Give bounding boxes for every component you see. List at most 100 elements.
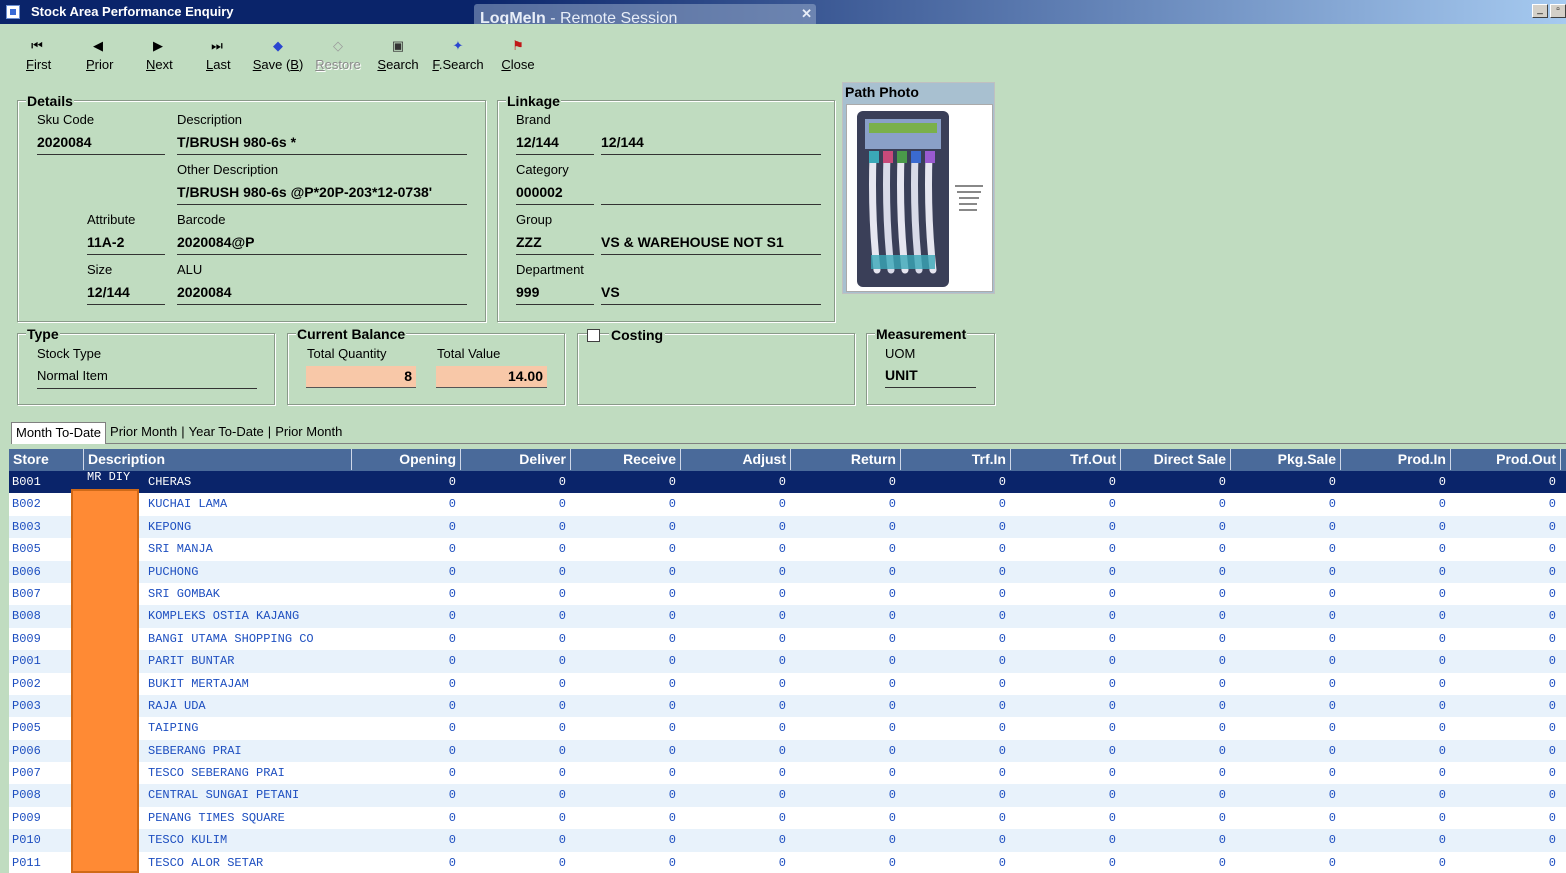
value-cell-trf-in: 0 xyxy=(998,497,1006,512)
value-cell-return: 0 xyxy=(888,721,896,736)
stock-type-field[interactable]: Normal Item xyxy=(37,368,257,389)
toolbar-label: Search xyxy=(377,57,419,72)
table-row[interactable]: B008 KOMPLEKS OSTIA KAJANG 0 0 0 0 0 0 0 0 0 0 0 xyxy=(9,605,1566,628)
prior-button[interactable]: ◀ Prior xyxy=(86,36,113,72)
value-cell-deliver: 0 xyxy=(558,609,566,624)
value-cell-direct-sale: 0 xyxy=(1218,564,1226,579)
value-cell-deliver: 0 xyxy=(558,855,566,870)
table-row[interactable]: B009 BANGI UTAMA SHOPPING CO 0 0 0 0 0 0 0 0 0 0 0 xyxy=(9,627,1566,651)
grid-body: B001 MR DIY CHERAS 0 0 0 0 0 0 0 0 0 0 0 B002 KUCHAI LA… xyxy=(9,471,1566,873)
sku-code-field[interactable]: 2020084 xyxy=(37,134,165,155)
value-cell-pkg-sale: 0 xyxy=(1328,609,1336,624)
value-cell-receive: 0 xyxy=(668,497,676,512)
table-row[interactable]: P008 CENTRAL SUNGAI PETANI 0 0 0 0 0 0 0 0 0 0 0 xyxy=(9,784,1566,807)
value-cell-deliver: 0 xyxy=(558,564,566,579)
table-row[interactable]: B006 PUCHONG 0 0 0 0 0 0 0 0 0 0 0 xyxy=(9,560,1566,583)
size-field[interactable]: 12/144 xyxy=(87,284,165,305)
table-row[interactable]: P006 SEBERANG PRAI 0 0 0 0 0 0 0 0 0 0 0 xyxy=(9,739,1566,763)
save-b-button[interactable]: ◆ Save (B) xyxy=(252,36,304,72)
value-cell-receive: 0 xyxy=(668,609,676,624)
product-photo[interactable] xyxy=(846,104,993,292)
column-header-opening[interactable]: Opening xyxy=(352,449,461,470)
minimize-button[interactable]: _ xyxy=(1532,4,1548,18)
tab-prior-month-2[interactable]: Prior Month xyxy=(271,422,346,442)
column-header-pkg-sale[interactable]: Pkg.Sale xyxy=(1231,449,1341,470)
value-cell-trf-in: 0 xyxy=(998,676,1006,691)
value-cell-trf-out: 0 xyxy=(1108,654,1116,669)
department-code-field[interactable]: 999 xyxy=(516,284,594,305)
restore-button[interactable]: ◇ Restore xyxy=(314,36,362,72)
search-button[interactable]: ▣ Search xyxy=(376,36,420,72)
total-quantity-field[interactable]: 8 xyxy=(306,366,416,388)
table-row[interactable]: B002 KUCHAI LAMA 0 0 0 0 0 0 0 0 0 0 0 xyxy=(9,493,1566,516)
column-header-store[interactable]: Store xyxy=(9,449,84,470)
column-header-prod-in[interactable]: Prod.In xyxy=(1341,449,1451,470)
brand-code-field[interactable]: 12/144 xyxy=(516,134,594,155)
uom-field[interactable]: UNIT xyxy=(885,367,976,388)
table-row[interactable]: B007 SRI GOMBAK 0 0 0 0 0 0 0 0 0 0 0 xyxy=(9,582,1566,606)
value-cell-receive: 0 xyxy=(668,855,676,870)
category-code-field[interactable]: 000002 xyxy=(516,184,594,205)
column-header-direct-sale[interactable]: Direct Sale xyxy=(1121,449,1231,470)
column-header-trf-out[interactable]: Trf.Out xyxy=(1011,449,1121,470)
value-cell-opening: 0 xyxy=(448,497,456,512)
table-row[interactable]: P001 PARIT BUNTAR 0 0 0 0 0 0 0 0 0 0 0 xyxy=(9,650,1566,673)
column-header-description[interactable]: Description xyxy=(84,449,352,470)
table-row[interactable]: P002 BUKIT MERTAJAM 0 0 0 0 0 0 0 0 0 0 0 xyxy=(9,672,1566,695)
other-description-field[interactable]: T/BRUSH 980-6s @P*20P-203*12-0738' xyxy=(177,184,467,205)
last-button[interactable]: ⏭ Last xyxy=(206,36,231,72)
group-code-field[interactable]: ZZZ xyxy=(516,234,594,255)
attribute-field[interactable]: 11A-2 xyxy=(87,234,165,255)
f-search-button[interactable]: ✦ F.Search xyxy=(430,36,486,72)
column-header-prod-out[interactable]: Prod.Out xyxy=(1451,449,1561,470)
table-row[interactable]: P010 TESCO KULIM 0 0 0 0 0 0 0 0 0 0 0 xyxy=(9,829,1566,852)
last-icon: ⏭ xyxy=(211,38,223,53)
barcode-field[interactable]: 2020084@P xyxy=(177,234,467,255)
value-cell-prod-in: 0 xyxy=(1438,833,1446,848)
table-row[interactable]: P007 TESCO SEBERANG PRAI 0 0 0 0 0 0 0 0 0 0 0 xyxy=(9,762,1566,785)
value-cell-adjust: 0 xyxy=(778,721,786,736)
table-row[interactable]: B001 MR DIY CHERAS 0 0 0 0 0 0 0 0 0 0 0 xyxy=(9,471,1566,494)
barcode-label: Barcode xyxy=(177,212,226,227)
value-cell-direct-sale: 0 xyxy=(1218,766,1226,781)
store-name: KOMPLEKS OSTIA KAJANG xyxy=(148,609,300,624)
first-button[interactable]: ⏮ First xyxy=(26,36,51,72)
table-row[interactable]: B005 SRI MANJA 0 0 0 0 0 0 0 0 0 0 0 xyxy=(9,538,1566,561)
tab-month-to-date[interactable]: Month To-Date xyxy=(11,422,107,444)
costing-checkbox[interactable] xyxy=(587,329,600,342)
value-cell-trf-in: 0 xyxy=(998,855,1006,870)
value-cell-trf-out: 0 xyxy=(1108,810,1116,825)
column-header-deliver[interactable]: Deliver xyxy=(461,449,571,470)
next-button[interactable]: ▶ Next xyxy=(146,36,173,72)
description-field[interactable]: T/BRUSH 980-6s * xyxy=(177,134,467,155)
restore-window-button[interactable]: ▫ xyxy=(1550,4,1566,18)
column-header-trf-in[interactable]: Trf.In xyxy=(901,449,1011,470)
value-cell-pkg-sale: 0 xyxy=(1328,855,1336,870)
value-cell-deliver: 0 xyxy=(558,631,566,646)
logmein-close-icon[interactable]: ✕ xyxy=(801,6,812,22)
table-row[interactable]: P009 PENANG TIMES SQUARE 0 0 0 0 0 0 0 0 0 0 0 xyxy=(9,806,1566,830)
tab-prior-month[interactable]: Prior Month xyxy=(106,422,181,442)
table-row[interactable]: P011 TESCO ALOR SETAR 0 0 0 0 0 0 0 0 0 0 0 xyxy=(9,851,1566,873)
total-quantity-label: Total Quantity xyxy=(307,346,387,361)
close-button[interactable]: ⚑ Close xyxy=(501,36,535,72)
value-cell-deliver: 0 xyxy=(558,654,566,669)
store-name: BANGI UTAMA SHOPPING CO xyxy=(148,631,314,646)
value-cell-prod-out: 0 xyxy=(1548,586,1556,601)
value-cell-receive: 0 xyxy=(668,676,676,691)
value-cell-direct-sale: 0 xyxy=(1218,631,1226,646)
table-row[interactable]: P005 TAIPING 0 0 0 0 0 0 0 0 0 0 0 xyxy=(9,717,1566,740)
value-cell-prod-out: 0 xyxy=(1548,788,1556,803)
table-row[interactable]: P003 RAJA UDA 0 0 0 0 0 0 0 0 0 0 0 xyxy=(9,694,1566,718)
total-value-field[interactable]: 14.00 xyxy=(436,366,547,388)
column-header-return[interactable]: Return xyxy=(791,449,901,470)
details-title: Details xyxy=(26,93,74,109)
column-header-receive[interactable]: Receive xyxy=(571,449,681,470)
tab-year-to-date[interactable]: Year To-Date xyxy=(185,422,268,442)
table-row[interactable]: B003 KEPONG 0 0 0 0 0 0 0 0 0 0 0 xyxy=(9,515,1566,539)
alu-field[interactable]: 2020084 xyxy=(177,284,467,305)
sku-code-label: Sku Code xyxy=(37,112,95,127)
value-cell-direct-sale: 0 xyxy=(1218,497,1226,512)
measurement-title: Measurement xyxy=(875,326,968,342)
column-header-adjust[interactable]: Adjust xyxy=(681,449,791,470)
